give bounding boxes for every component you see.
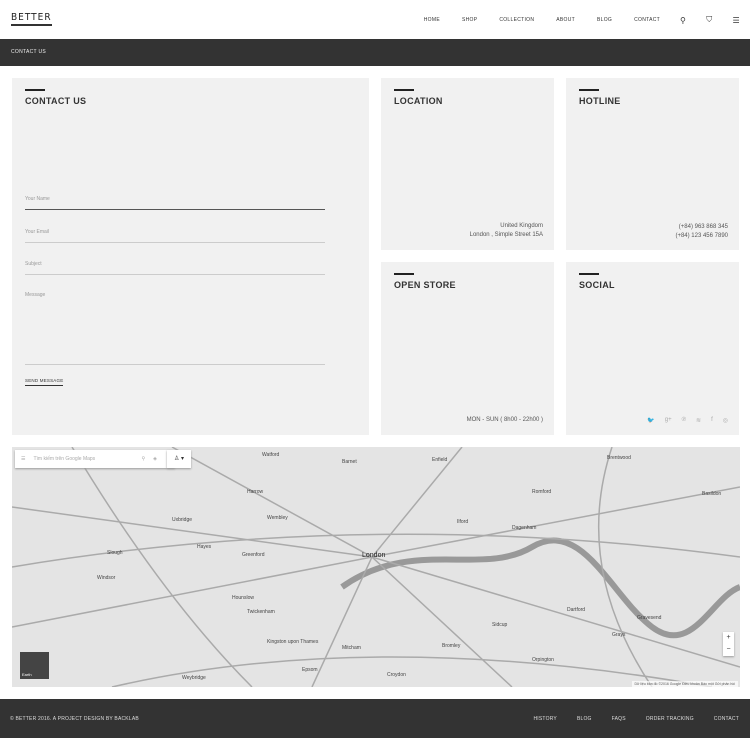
- heading-bar: [394, 89, 414, 91]
- footer-links: HISTORY BLOG FAQS ORDER TRACKING CONTACT: [534, 716, 740, 722]
- map-place-label: Brentwood: [607, 455, 631, 461]
- nav-blog[interactable]: BLOG: [597, 17, 612, 23]
- email-field[interactable]: Your Email: [25, 229, 325, 243]
- open-store-title: OPEN STORE: [394, 280, 456, 290]
- heading-bar: [394, 273, 414, 275]
- map-place-label: Ilford: [457, 519, 469, 525]
- address-street: London , Simple Street 15A: [469, 232, 543, 238]
- phone-1[interactable]: (+84) 963 868 345: [675, 223, 728, 232]
- copyright: © BETTER 2016. A PROJECT DESIGN BY BACKL…: [10, 716, 139, 722]
- map-place-label: Harrow: [247, 489, 264, 495]
- pinterest-icon[interactable]: ℗: [682, 417, 686, 424]
- zoom-in-button[interactable]: +: [723, 632, 734, 644]
- map-roads: [12, 447, 740, 687]
- nav-shop[interactable]: SHOP: [462, 17, 477, 23]
- nav-about[interactable]: ABOUT: [556, 17, 575, 23]
- map-place-label: Mitcham: [342, 645, 361, 651]
- page-title: CONTACT US: [0, 39, 750, 66]
- map-place-label: Sidcup: [492, 622, 508, 628]
- name-field[interactable]: Your Name: [25, 196, 325, 210]
- message-field[interactable]: Message: [25, 292, 325, 365]
- map-place-label: Windsor: [97, 575, 116, 581]
- zoom-out-button[interactable]: −: [723, 644, 734, 656]
- phone-2[interactable]: (+84) 123 456 7890: [675, 232, 728, 241]
- heading-bar: [25, 89, 45, 91]
- hotline-card: HOTLINE (+84) 963 868 345 (+84) 123 456 …: [566, 78, 739, 250]
- logo[interactable]: BETTER: [11, 12, 52, 26]
- map-place-label: Grays: [612, 632, 626, 638]
- social-card: SOCIAL 🐦 g+ ℗ ≋ f ◎: [566, 262, 739, 435]
- map-place-label: Hayes: [197, 544, 212, 550]
- social-title: SOCIAL: [579, 280, 615, 290]
- map-place-label: Orpington: [532, 657, 554, 663]
- footer-blog[interactable]: BLOG: [577, 716, 592, 722]
- address: United Kingdom London , Simple Street 15…: [470, 222, 543, 240]
- map-place-label: Kingston upon Thames: [267, 639, 319, 645]
- map-place-label: Basildon: [702, 491, 722, 497]
- nav-contact[interactable]: CONTACT: [634, 17, 660, 23]
- address-country: United Kingdom: [500, 223, 543, 229]
- menu-icon[interactable]: ☰: [733, 16, 740, 25]
- phones: (+84) 963 868 345 (+84) 123 456 7890: [675, 223, 728, 241]
- map-place-label: Romford: [532, 489, 552, 495]
- map-place-label: Twickenham: [247, 609, 275, 615]
- menu-icon[interactable]: ☰: [21, 456, 25, 462]
- footer-contact[interactable]: CONTACT: [714, 716, 739, 722]
- footer: © BETTER 2016. A PROJECT DESIGN BY BACKL…: [0, 699, 750, 738]
- cart-icon[interactable]: ⛉: [706, 15, 712, 25]
- map-search-box[interactable]: ☰ Tìm kiếm trên Google Maps ⚲ ◈: [15, 450, 175, 468]
- hotline-title: HOTLINE: [579, 96, 621, 106]
- map-place-label: Watford: [262, 452, 280, 458]
- nav-home[interactable]: HOME: [424, 17, 440, 23]
- pegman-button[interactable]: ♙ ▾: [167, 450, 191, 468]
- store-hours: MON - SUN ( 8h00 - 22h00 ): [466, 417, 543, 423]
- map-place-label: Hounslow: [232, 595, 254, 601]
- google-plus-icon[interactable]: g+: [665, 417, 672, 424]
- map-place-label: Greenford: [242, 552, 265, 558]
- footer-faqs[interactable]: FAQS: [612, 716, 626, 722]
- twitter-icon[interactable]: 🐦: [647, 417, 654, 424]
- google-map[interactable]: London Harrow Wembley Slough Windsor Romford D…: [12, 447, 740, 687]
- footer-history[interactable]: HISTORY: [534, 716, 557, 722]
- map-place-label: Dartford: [567, 607, 586, 613]
- heading-bar: [579, 273, 599, 275]
- social-links: 🐦 g+ ℗ ≋ f ◎: [647, 417, 728, 424]
- map-place-label: Bromley: [442, 643, 461, 649]
- map-place-label: Weybridge: [182, 675, 206, 681]
- send-message-button[interactable]: SEND MESSAGE: [25, 378, 64, 386]
- nav-collection[interactable]: COLLECTION: [499, 17, 534, 23]
- map-place-label: Croydon: [387, 672, 406, 678]
- map-place-label: Wembley: [267, 515, 288, 521]
- rss-icon[interactable]: ≋: [696, 417, 701, 424]
- dribbble-icon[interactable]: ◎: [723, 417, 728, 424]
- map-place-label: Epsom: [302, 667, 318, 673]
- subject-field[interactable]: Subject: [25, 261, 325, 275]
- facebook-icon[interactable]: f: [711, 417, 713, 424]
- map-place-label: Dagenham: [512, 525, 537, 531]
- map-place-label: London: [362, 552, 386, 559]
- search-icon[interactable]: ⚲: [680, 16, 686, 25]
- map-search-input[interactable]: Tìm kiếm trên Google Maps: [33, 456, 95, 462]
- map-place-label: Gravesend: [637, 615, 662, 621]
- map-place-label: Barnet: [342, 459, 357, 465]
- contact-card: CONTACT US Your Name Your Email Subject …: [12, 78, 369, 435]
- map-attribution[interactable]: Dữ liệu bản đồ ©2016 Google Điều khoản B…: [631, 681, 738, 687]
- footer-order-tracking[interactable]: ORDER TRACKING: [646, 716, 694, 722]
- earth-toggle[interactable]: Earth: [20, 652, 49, 679]
- map-place-label: Slough: [107, 550, 123, 556]
- heading-bar: [579, 89, 599, 91]
- map-place-label: Uxbridge: [172, 517, 193, 523]
- location-card: LOCATION United Kingdom London , Simple …: [381, 78, 554, 250]
- location-title: LOCATION: [394, 96, 443, 106]
- main-nav: HOME SHOP COLLECTION ABOUT BLOG CONTACT …: [402, 15, 740, 25]
- header: BETTER HOME SHOP COLLECTION ABOUT BLOG C…: [0, 0, 750, 39]
- directions-icon[interactable]: ◈: [153, 456, 157, 462]
- river-thames: [340, 537, 740, 639]
- open-store-card: OPEN STORE MON - SUN ( 8h00 - 22h00 ): [381, 262, 554, 435]
- contact-title: CONTACT US: [25, 96, 87, 106]
- zoom-controls: + −: [723, 632, 734, 656]
- map-place-label: Enfield: [432, 457, 448, 463]
- search-icon[interactable]: ⚲: [141, 456, 145, 462]
